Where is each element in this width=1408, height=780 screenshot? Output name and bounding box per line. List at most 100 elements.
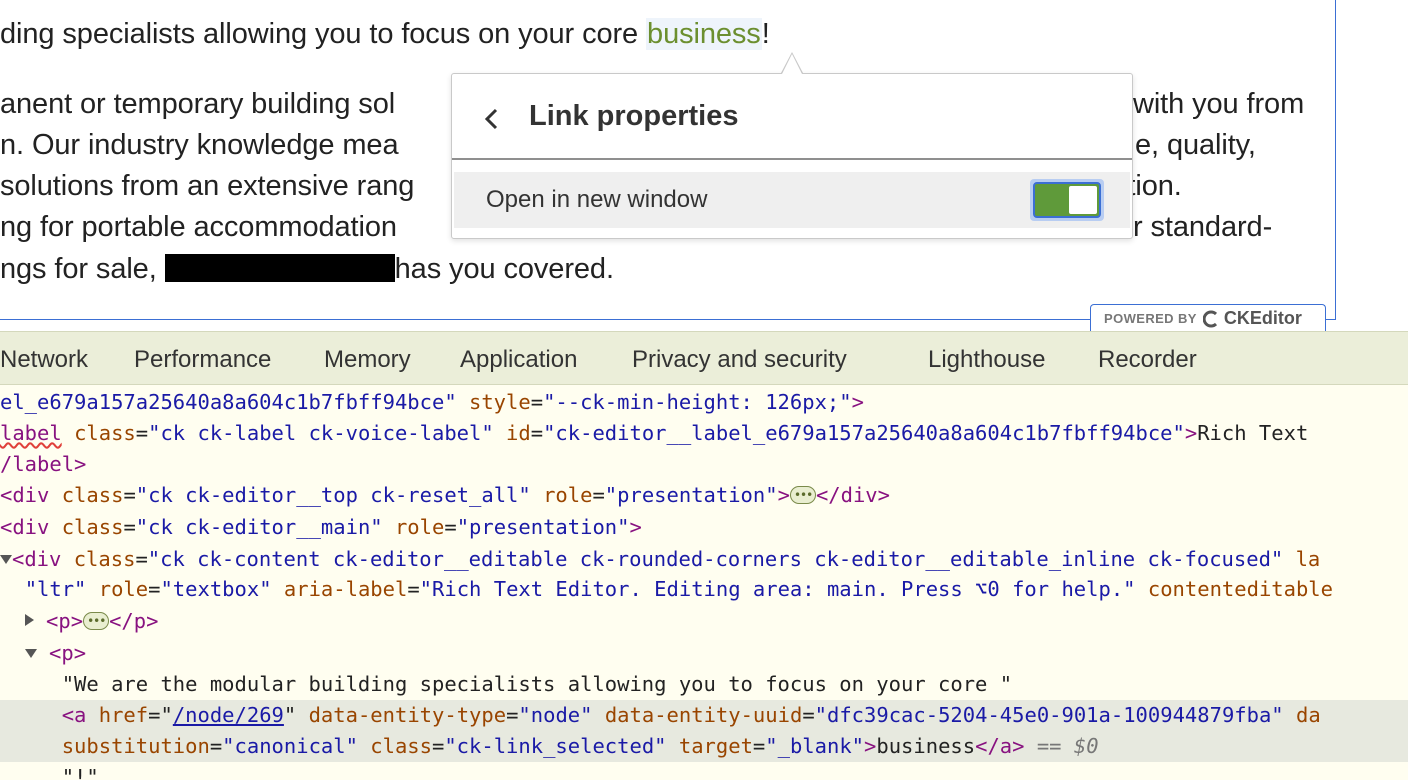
- editor-paragraph-line: ding specialists allowing you to focus o…: [0, 18, 770, 51]
- dom-node-row[interactable]: el_e679a157a25640a8a604c1b7fbff94bce" st…: [0, 387, 1408, 418]
- attr-name: class: [370, 734, 432, 758]
- attr-value: "ck ck-label ck-voice-label": [148, 421, 494, 445]
- editor-paragraph-line-tail: e, quality,: [1135, 129, 1256, 161]
- editor-paragraph-line: ng for portable accommodation: [0, 211, 397, 243]
- line-text: ngs for sale,: [0, 253, 165, 285]
- editor-paragraph-line: n. Our industry knowledge mea: [0, 129, 399, 161]
- collapsed-ellipsis-icon[interactable]: [83, 606, 110, 637]
- open-in-new-window-label: Open in new window: [486, 186, 708, 213]
- attr-value: el_e679a157a25640a8a604c1b7fbff94bce": [0, 390, 457, 414]
- attr-name: role: [98, 577, 149, 601]
- dom-node-row[interactable]: <div class="ck ck-editor__top ck-reset_a…: [0, 480, 1408, 511]
- attr-name: da: [1296, 703, 1321, 727]
- tab-performance[interactable]: Performance: [134, 346, 271, 374]
- attr-value: "textbox": [160, 577, 272, 601]
- attr-name: role: [543, 483, 593, 507]
- dom-node-row[interactable]: <p></p>: [0, 606, 1408, 637]
- attr-name: la: [1295, 547, 1321, 571]
- redacted-block: [164, 254, 395, 282]
- business-link[interactable]: business: [646, 18, 762, 50]
- attr-name: style: [469, 390, 531, 414]
- attr-value: "_blank": [765, 734, 865, 758]
- text-node: Rich Text: [1197, 421, 1309, 445]
- open-in-new-window-row[interactable]: Open in new window: [454, 172, 1130, 228]
- attr-name: aria-label: [283, 577, 408, 601]
- dom-text-node-row[interactable]: "We are the modular building specialists…: [0, 669, 1408, 700]
- attr-value: "presentation": [456, 515, 630, 539]
- selected-node-indicator: == $0: [1036, 734, 1099, 758]
- text-node: "!": [61, 765, 99, 780]
- dom-node-row[interactable]: /label>: [0, 449, 1408, 480]
- attr-value: "node": [518, 703, 593, 727]
- attr-name: contenteditable: [1147, 577, 1333, 601]
- line-text: has you covered.: [394, 253, 614, 285]
- href-link[interactable]: /node/269: [173, 703, 284, 727]
- editor-paragraph-line-tail: r standard-: [1133, 211, 1273, 243]
- attr-name: class: [74, 421, 136, 445]
- dom-node-row[interactable]: <div class="ck ck-editor__main" role="pr…: [0, 512, 1408, 543]
- attr-name: href: [98, 703, 149, 727]
- attr-name: substitution: [61, 734, 210, 758]
- ckeditor-mark-icon: [1202, 310, 1217, 327]
- editor-paragraph-line: anent or temporary building sol: [0, 88, 396, 120]
- editor-paragraph-line: ngs for sale, has you covered.: [0, 253, 614, 286]
- dom-node-row[interactable]: label class="ck ck-label ck-voice-label"…: [0, 418, 1408, 449]
- expand-triangle-icon[interactable]: [24, 649, 37, 658]
- attr-name: data-entity-type: [308, 703, 507, 727]
- attr-name: target: [678, 734, 753, 758]
- powered-by-label: POWERED BY: [1104, 311, 1197, 326]
- tab-recorder[interactable]: Recorder: [1098, 346, 1197, 374]
- tag-name: /label>: [0, 452, 87, 476]
- dom-node-row-continuation[interactable]: "ltr" role="textbox" aria-label="Rich Te…: [0, 574, 1408, 605]
- text-node: business: [876, 734, 976, 758]
- attr-value: "canonical": [222, 734, 358, 758]
- attr-value: "ck-link_selected": [444, 734, 667, 758]
- collapse-triangle-icon[interactable]: [24, 614, 34, 626]
- attr-value: "ck-editor__label_e679a157a25640a8a604c1…: [543, 421, 1185, 445]
- attr-value: "ck ck-content ck-editor__editable ck-ro…: [147, 547, 1284, 571]
- expand-triangle-icon[interactable]: [0, 555, 12, 564]
- attr-value: "presentation": [604, 483, 778, 507]
- editor-paragraph-line: solutions from an extensive rang: [0, 170, 415, 202]
- attr-value: "ltr": [24, 577, 87, 601]
- toggle-knob: [1069, 186, 1097, 214]
- elements-dom-tree[interactable]: el_e679a157a25640a8a604c1b7fbff94bce" st…: [0, 385, 1408, 780]
- tab-application[interactable]: Application: [460, 346, 577, 374]
- dom-node-row[interactable]: <div class="ck ck-content ck-editor__edi…: [0, 544, 1408, 575]
- tab-privacy-and-security[interactable]: Privacy and security: [632, 346, 847, 374]
- open-in-new-window-toggle[interactable]: [1030, 179, 1104, 221]
- dom-node-row-selected[interactable]: <a href="/node/269" data-entity-type="no…: [0, 700, 1408, 731]
- dom-node-row-selected-continuation[interactable]: substitution="canonical" class="ck-link_…: [0, 731, 1408, 762]
- toggle-track: [1033, 182, 1101, 218]
- dom-text-node-row[interactable]: "!": [0, 762, 1408, 780]
- attr-value: "dfc39cac-5204-45e0-901a-100944879fba": [814, 703, 1284, 727]
- text-node: "We are the modular building specialists…: [61, 672, 1013, 696]
- dom-node-row[interactable]: <p>: [0, 638, 1408, 669]
- chevron-left-icon: [484, 108, 498, 130]
- attr-name: id: [506, 421, 531, 445]
- tab-network[interactable]: Network: [0, 346, 88, 374]
- ckeditor-logo: CKEditor: [1202, 308, 1302, 329]
- attr-value: "ck ck-editor__main": [135, 515, 383, 539]
- tab-lighthouse[interactable]: Lighthouse: [928, 346, 1045, 374]
- back-button[interactable]: [474, 102, 508, 136]
- attr-value: "Rich Text Editor. Editing area: main. P…: [419, 577, 1136, 601]
- attr-value: "ck ck-editor__top ck-reset_all": [135, 483, 531, 507]
- attr-name: role: [394, 515, 445, 539]
- balloon-title: Link properties: [529, 100, 739, 132]
- tab-memory[interactable]: Memory: [324, 346, 411, 374]
- tag-name: label: [0, 421, 62, 445]
- line-text: ding specialists allowing you to focus o…: [0, 18, 647, 50]
- ckeditor-brand: CKEditor: [1223, 308, 1302, 328]
- balloon-header: Link properties: [452, 74, 1132, 160]
- attr-name: data-entity-uuid: [604, 703, 803, 727]
- balloon-arrow-fill: [782, 54, 802, 74]
- attr-name: class: [73, 547, 136, 571]
- attr-name: class: [61, 483, 124, 507]
- link-properties-balloon: Link properties Open in new window: [451, 73, 1133, 239]
- devtools-tab-bar: Network Performance Memory Application P…: [0, 331, 1408, 385]
- powered-by-ckeditor-badge[interactable]: POWERED BY CKEditor: [1090, 304, 1326, 331]
- attr-name: class: [61, 515, 124, 539]
- editor-paragraph-line-tail: with you from: [1133, 88, 1305, 120]
- collapsed-ellipsis-icon[interactable]: [789, 480, 816, 511]
